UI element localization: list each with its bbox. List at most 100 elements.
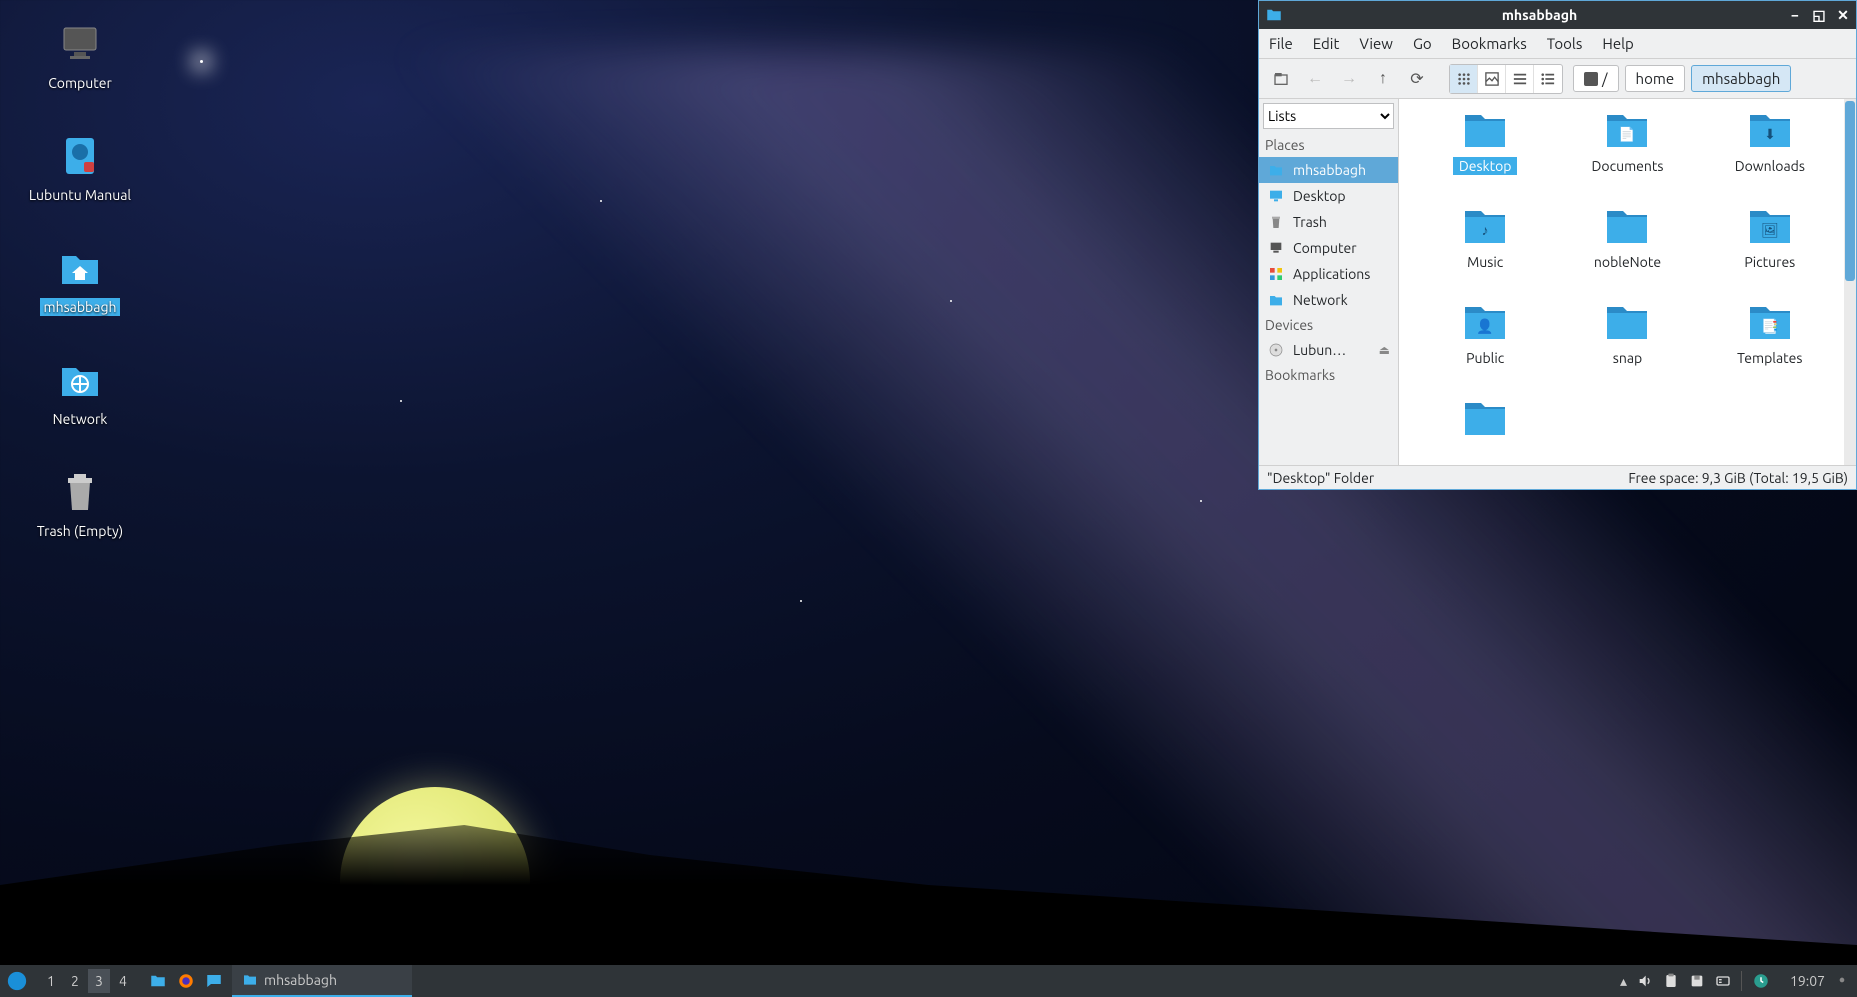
menu-bar: File Edit View Go Bookmarks Tools Help [1259, 29, 1856, 59]
reload-button[interactable]: ⟳ [1403, 65, 1431, 93]
sidebar-item-label: Trash [1293, 214, 1390, 230]
status-bar: "Desktop" Folder Free space: 9,3 GiB (To… [1259, 465, 1856, 489]
workspace-switcher: 1234 [40, 969, 134, 993]
wallpaper-star [800, 600, 802, 602]
folder-label: Downloads [1729, 157, 1811, 175]
desktop-icon-home-folder[interactable]: mhsabbagh [20, 244, 140, 316]
folder-item[interactable]: snap [1561, 301, 1693, 367]
desktop-icon-trash[interactable]: Trash (Empty) [20, 468, 140, 540]
workspace-4[interactable]: 4 [112, 969, 134, 993]
workspace-1[interactable]: 1 [40, 969, 62, 993]
menu-bookmarks[interactable]: Bookmarks [1452, 35, 1527, 52]
computer-icon [56, 20, 104, 68]
show-desktop-button[interactable] [1835, 973, 1857, 990]
folder-label: Pictures [1738, 253, 1801, 271]
file-manager-launcher[interactable] [146, 969, 170, 993]
folder-icon [1603, 205, 1651, 247]
taskbar-task[interactable]: mhsabbagh [232, 965, 412, 997]
thumbnail-view-button[interactable] [1478, 65, 1506, 93]
folder-icon [1461, 397, 1509, 439]
task-list: mhsabbagh [232, 965, 412, 997]
volume-icon[interactable] [1637, 973, 1653, 989]
wallpaper-star [950, 300, 952, 302]
folder-item[interactable]: 👤Public [1419, 301, 1551, 367]
update-icon[interactable] [1752, 972, 1770, 990]
compact-view-button[interactable] [1506, 65, 1534, 93]
sidebar-device[interactable]: Lubun… ⏏ [1259, 337, 1398, 363]
clipboard-icon[interactable] [1663, 973, 1679, 989]
sidebar-mode-select[interactable]: Lists [1263, 103, 1394, 129]
icon-view-button[interactable] [1450, 65, 1478, 93]
desktop-icons: Computer Lubuntu Manual mhsabbagh Network Tr… [20, 20, 140, 540]
tray-arrow-icon[interactable]: ▴ [1620, 973, 1627, 990]
svg-text:⬇: ⬇ [1764, 126, 1776, 142]
menu-help[interactable]: Help [1602, 35, 1633, 52]
desktop-icon-computer[interactable]: Computer [20, 20, 140, 92]
file-manager-body: Lists Places mhsabbaghDesktopTrashComput… [1259, 99, 1856, 465]
chat-launcher[interactable] [202, 969, 226, 993]
removable-media-icon[interactable] [1689, 973, 1705, 989]
sidebar-header-devices: Devices [1259, 313, 1398, 337]
folder-item[interactable]: ⬇ Downloads [1704, 109, 1836, 175]
window-titlebar[interactable]: mhsabbagh − ◱ ✕ [1259, 1, 1856, 29]
workspace-2[interactable]: 2 [64, 969, 86, 993]
folder-item[interactable]: 📄Documents [1561, 109, 1693, 175]
sidebar-item-mhsabbagh[interactable]: mhsabbagh [1259, 157, 1398, 183]
app-menu-button[interactable] [4, 968, 30, 994]
quick-launch [146, 969, 226, 993]
breadcrumb-home[interactable]: home [1625, 65, 1686, 92]
folder-item[interactable]: nobleNote [1561, 205, 1693, 271]
folder-label: Music [1461, 253, 1509, 271]
scrollbar[interactable] [1844, 99, 1856, 465]
workspace-3[interactable]: 3 [88, 969, 110, 993]
menu-edit[interactable]: Edit [1313, 35, 1340, 52]
tray-separator [1741, 971, 1742, 991]
sidebar-item-label: Lubun… [1293, 342, 1371, 358]
folder-label: Templates [1731, 349, 1808, 367]
sidebar-item-desktop[interactable]: Desktop [1259, 183, 1398, 209]
wallpaper-star [400, 400, 402, 402]
breadcrumb-root[interactable]: / [1573, 65, 1619, 92]
svg-text:🖼: 🖼 [1761, 222, 1779, 238]
sidebar-item-label: Network [1293, 292, 1390, 308]
menu-view[interactable]: View [1359, 35, 1393, 52]
folder-item[interactable] [1419, 397, 1551, 439]
desktop-icon-network[interactable]: Network [20, 356, 140, 428]
menu-file[interactable]: File [1269, 35, 1293, 52]
close-button[interactable]: ✕ [1836, 7, 1850, 24]
menu-go[interactable]: Go [1413, 35, 1432, 52]
list-view-button[interactable] [1534, 65, 1562, 93]
folder-item[interactable]: ♪ Music [1419, 205, 1551, 271]
desktop-icon-label: Network [49, 410, 112, 428]
sidebar-item-trash[interactable]: Trash [1259, 209, 1398, 235]
clock[interactable]: 19:07 [1780, 973, 1835, 989]
folder-label: snap [1607, 349, 1648, 367]
sidebar-item-computer[interactable]: Computer [1259, 235, 1398, 261]
folder-item[interactable]: 📑Templates [1704, 301, 1836, 367]
maximize-button[interactable]: ◱ [1812, 7, 1826, 24]
sidebar-item-applications[interactable]: Applications [1259, 261, 1398, 287]
back-button[interactable]: ← [1301, 65, 1329, 93]
eject-icon[interactable]: ⏏ [1379, 343, 1390, 357]
sidebar-places-list: mhsabbaghDesktop Trash ComputerApplication… [1259, 157, 1398, 313]
breadcrumb-current[interactable]: mhsabbagh [1691, 65, 1791, 92]
up-button[interactable]: ↑ [1369, 65, 1397, 93]
folder-item[interactable]: Desktop [1419, 109, 1551, 175]
taskbar: 1234 mhsabbagh ▴ 19:07 [0, 965, 1857, 997]
svg-text:📄: 📄 [1619, 126, 1636, 143]
folder-grid: Desktop📄Documents ⬇ Downloads ♪ Music nobleNo… [1399, 99, 1856, 449]
minimize-button[interactable]: − [1788, 7, 1802, 24]
network-icon [1267, 291, 1285, 309]
desktop-icon-manual[interactable]: Lubuntu Manual [20, 132, 140, 204]
menu-tools[interactable]: Tools [1547, 35, 1583, 52]
folder-item[interactable]: 🖼 Pictures [1704, 205, 1836, 271]
sidebar-item-network[interactable]: Network [1259, 287, 1398, 313]
network-tray-icon[interactable] [1715, 973, 1731, 989]
new-tab-button[interactable] [1267, 65, 1295, 93]
scrollbar-thumb[interactable] [1845, 101, 1855, 281]
folder-icon: ♪ [1461, 205, 1509, 247]
firefox-launcher[interactable] [174, 969, 198, 993]
forward-button[interactable]: → [1335, 65, 1363, 93]
folder-icon: 🖼 [1746, 205, 1794, 247]
file-view[interactable]: Desktop📄Documents ⬇ Downloads ♪ Music nobleNo… [1399, 99, 1856, 465]
